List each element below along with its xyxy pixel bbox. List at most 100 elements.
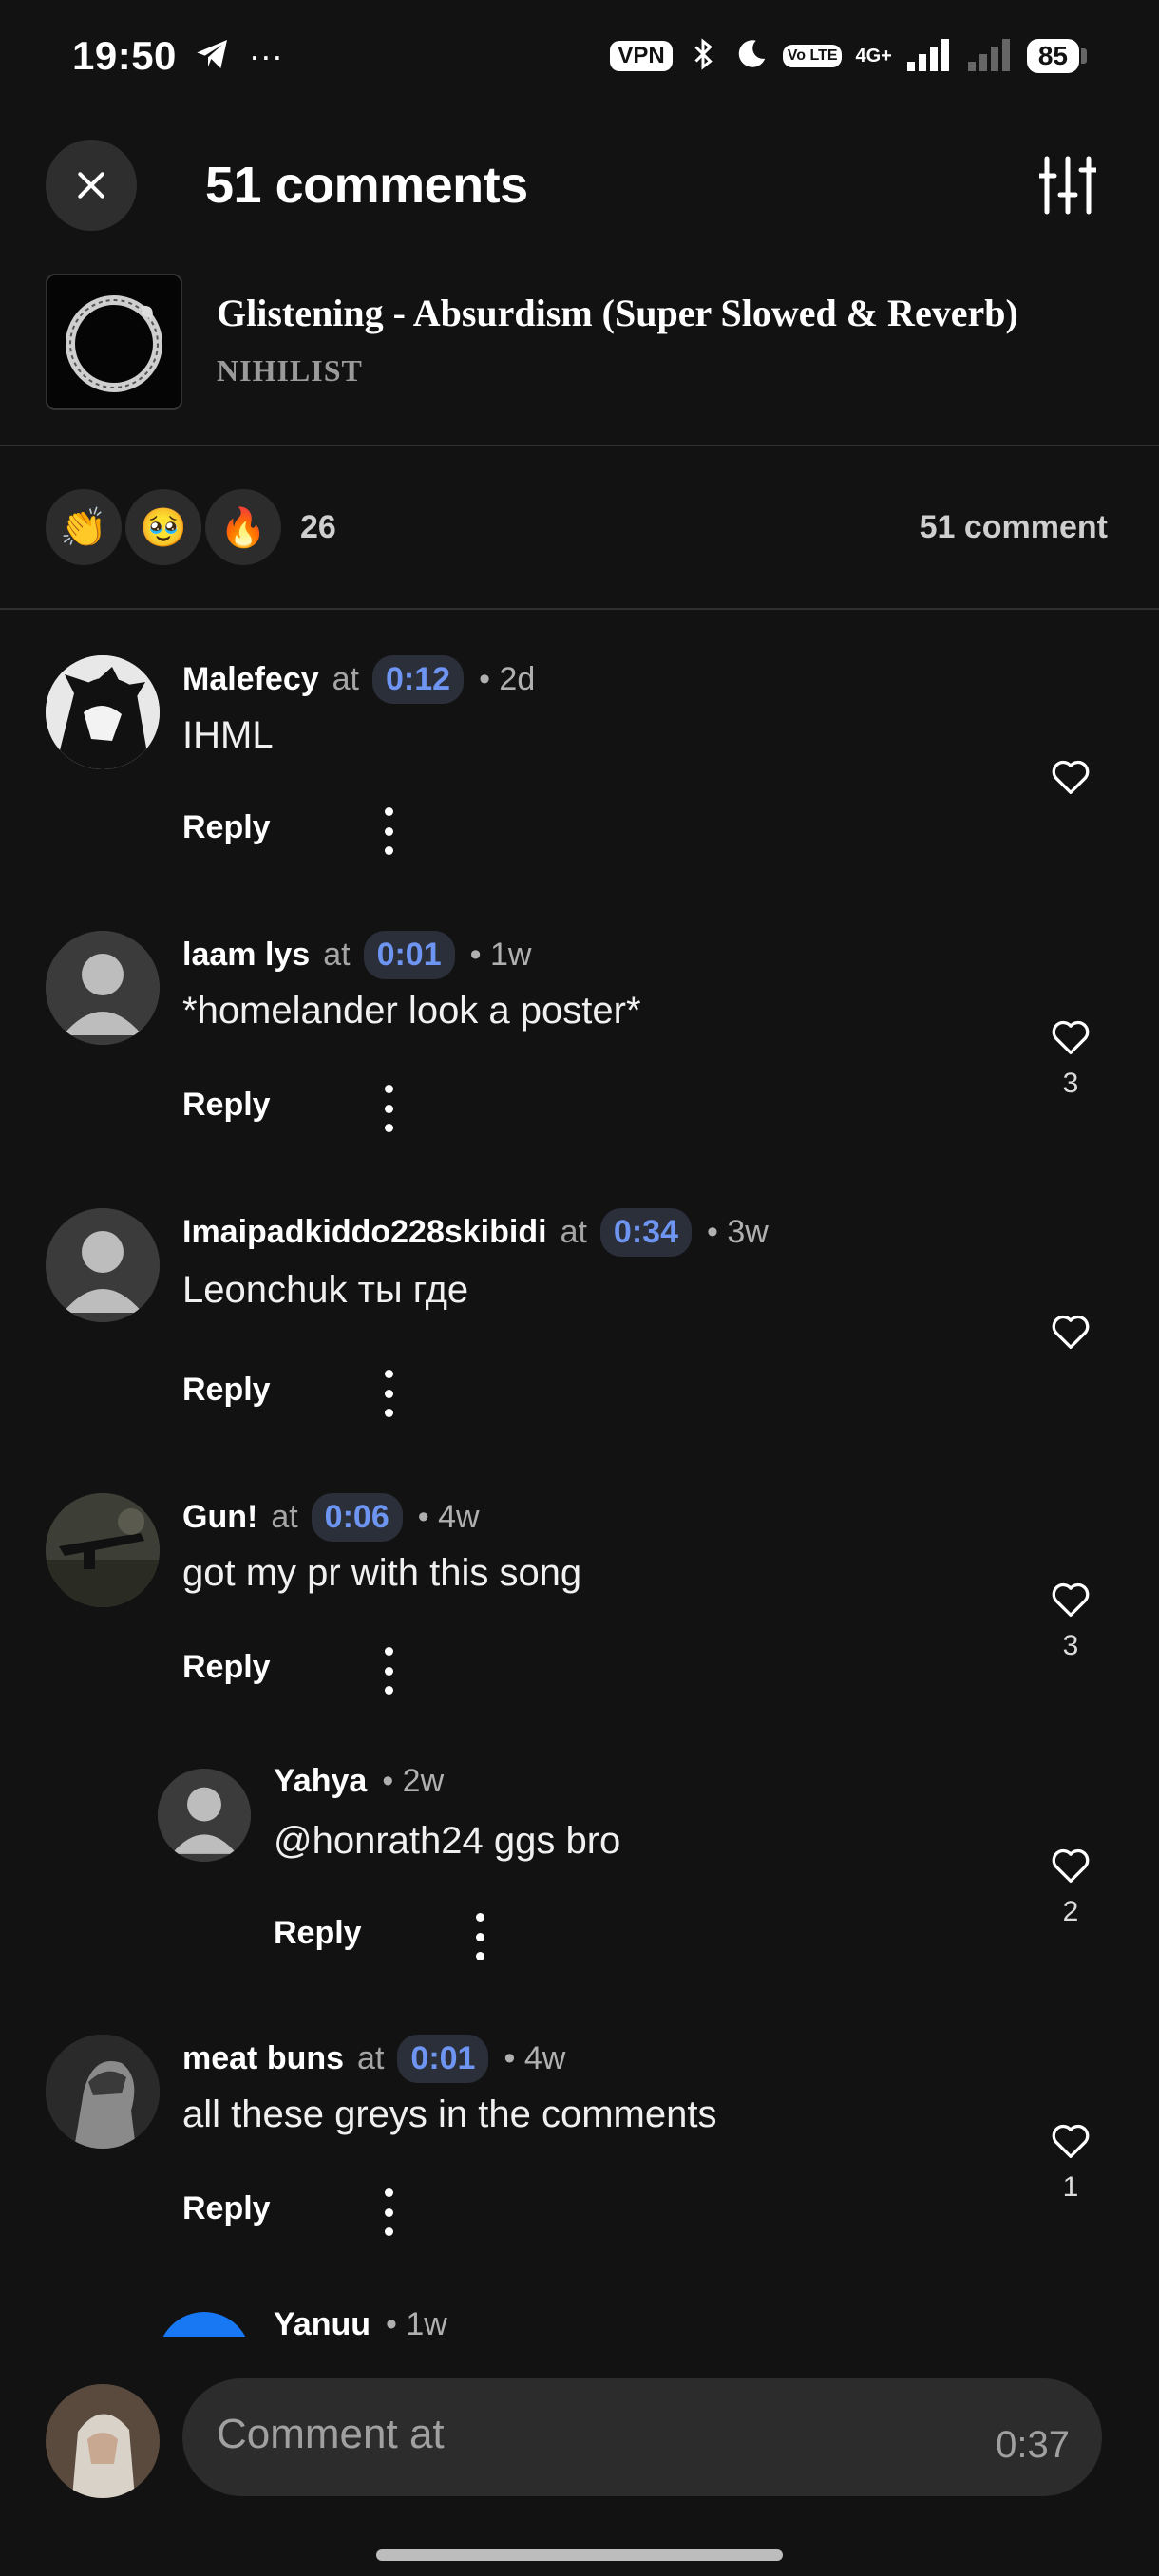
comment-timestamp: 0:37 bbox=[996, 2424, 1070, 2466]
divider bbox=[0, 608, 1159, 610]
teary-face-reaction-icon[interactable]: 🥹 bbox=[125, 489, 201, 565]
track-info[interactable]: Glistening - Absurdism (Super Slowed & R… bbox=[0, 272, 1159, 414]
comment-composer: Comment at 0:37 bbox=[0, 2337, 1159, 2576]
reply-button[interactable]: Reply bbox=[182, 809, 271, 846]
comment-age: • 4w bbox=[417, 1499, 480, 1535]
comment-age: • 2w bbox=[382, 1763, 445, 1799]
comment-input-placeholder: Comment at bbox=[217, 2411, 445, 2457]
signal-2-icon bbox=[966, 35, 1014, 78]
comment-item: meat buns at 0:01 • 4w all these greys i… bbox=[0, 2035, 1159, 2244]
timestamp-badge[interactable]: 0:06 bbox=[311, 1493, 403, 1542]
timestamp-badge[interactable]: 0:01 bbox=[397, 2035, 489, 2083]
vpn-badge: VPN bbox=[610, 41, 673, 71]
avatar[interactable] bbox=[46, 1208, 160, 1322]
comment-text: @honrath24 ggs bro bbox=[274, 1820, 621, 1862]
reply-button[interactable]: Reply bbox=[182, 1372, 271, 1409]
comments-header: 51 comments bbox=[0, 133, 1159, 237]
battery-icon: 85 bbox=[1026, 38, 1087, 74]
heart-icon bbox=[1052, 1582, 1090, 1617]
avatar[interactable] bbox=[158, 1769, 251, 1862]
username[interactable]: meat buns bbox=[182, 2040, 344, 2077]
comment-age: • 3w bbox=[706, 1214, 769, 1250]
comment-input[interactable]: Comment at 0:37 bbox=[182, 2378, 1102, 2496]
reply-button[interactable]: Reply bbox=[182, 1087, 271, 1124]
like-button[interactable]: 1 bbox=[1028, 2122, 1113, 2204]
comment-count: 51 comment bbox=[919, 508, 1108, 545]
at-label: at bbox=[357, 2040, 385, 2076]
more-notifications-icon: ··· bbox=[248, 36, 283, 75]
reply-item: Yahya • 2w @honrath24 ggs bro Reply 2 bbox=[0, 1763, 1159, 1972]
at-label: at bbox=[332, 661, 359, 697]
username[interactable]: Imaipadkiddo228skibidi bbox=[182, 1214, 547, 1251]
more-options-icon[interactable] bbox=[374, 1085, 403, 1132]
avatar[interactable] bbox=[46, 655, 160, 769]
reply-button[interactable]: Reply bbox=[182, 1649, 271, 1686]
like-button[interactable]: 3 bbox=[1028, 1018, 1113, 1100]
username[interactable]: Gun! bbox=[182, 1499, 257, 1536]
like-button[interactable]: 2 bbox=[1028, 1847, 1113, 1928]
like-button[interactable] bbox=[1028, 1313, 1113, 1362]
avatar[interactable] bbox=[46, 931, 160, 1045]
heart-icon bbox=[1052, 1020, 1090, 1054]
reply-button[interactable]: Reply bbox=[274, 1915, 362, 1952]
username[interactable]: Malefecy bbox=[182, 661, 319, 698]
like-count: 3 bbox=[1062, 1630, 1079, 1661]
more-options-icon[interactable] bbox=[374, 1647, 403, 1695]
home-indicator[interactable] bbox=[376, 2549, 783, 2561]
comment-meta: Malefecy at 0:12 • 2d bbox=[182, 655, 535, 704]
bluetooth-icon bbox=[686, 35, 720, 78]
comment-text: all these greys in the comments bbox=[182, 2093, 717, 2135]
comment-meta: Imaipadkiddo228skibidi at 0:34 • 3w bbox=[182, 1208, 769, 1257]
status-bar: 19:50 ··· VPN Vo LTE 4G+ 85 bbox=[0, 0, 1159, 112]
sliders-icon bbox=[1039, 156, 1096, 215]
close-icon bbox=[78, 172, 104, 199]
timestamp-badge[interactable]: 0:01 bbox=[363, 931, 455, 979]
username[interactable]: Yahya bbox=[274, 1763, 367, 1800]
more-options-icon[interactable] bbox=[374, 2188, 403, 2236]
heart-icon bbox=[1052, 1315, 1090, 1349]
comment-meta: laam lys at 0:01 • 1w bbox=[182, 931, 531, 979]
comment-text: *homelander look a poster* bbox=[182, 990, 641, 1032]
comment-item: Imaipadkiddo228skibidi at 0:34 • 3w Leon… bbox=[0, 1208, 1159, 1417]
comment-age: • 2d bbox=[479, 661, 536, 697]
reactions-bar: 👏 🥹 🔥 26 51 comment bbox=[0, 446, 1159, 608]
volte-badge: Vo LTE bbox=[782, 45, 843, 67]
avatar[interactable] bbox=[46, 2035, 160, 2149]
comment-item: laam lys at 0:01 • 1w *homelander look a… bbox=[0, 931, 1159, 1140]
like-count: 1 bbox=[1062, 2171, 1079, 2203]
more-options-icon[interactable] bbox=[374, 807, 403, 855]
timestamp-badge[interactable]: 0:34 bbox=[599, 1208, 692, 1257]
more-options-icon[interactable] bbox=[374, 1370, 403, 1417]
telegram-icon bbox=[194, 35, 232, 78]
my-avatar bbox=[46, 2384, 160, 2498]
network-type: 4G+ bbox=[855, 45, 892, 66]
default-avatar-icon bbox=[46, 931, 160, 1045]
clap-reaction-icon[interactable]: 👏 bbox=[46, 489, 122, 565]
comment-age: • 1w bbox=[469, 937, 532, 973]
comment-text: got my pr with this song bbox=[182, 1552, 582, 1594]
username[interactable]: laam lys bbox=[182, 937, 310, 974]
signal-icon bbox=[905, 35, 953, 78]
like-button[interactable] bbox=[1028, 758, 1113, 807]
comment-text: Leonchuk ты где bbox=[182, 1269, 469, 1311]
heart-icon bbox=[1052, 760, 1090, 794]
filter-button[interactable] bbox=[1034, 151, 1102, 219]
at-label: at bbox=[560, 1214, 587, 1250]
moon-icon bbox=[733, 36, 770, 77]
status-time: 19:50 bbox=[72, 33, 177, 78]
comment-meta: meat buns at 0:01 • 4w bbox=[182, 2035, 565, 2083]
comment-meta: Gun! at 0:06 • 4w bbox=[182, 1493, 480, 1542]
close-button[interactable] bbox=[46, 140, 137, 231]
like-button[interactable]: 3 bbox=[1028, 1581, 1113, 1662]
fire-reaction-icon[interactable]: 🔥 bbox=[205, 489, 281, 565]
heart-icon bbox=[1052, 2124, 1090, 2158]
ouroboros-icon bbox=[66, 295, 162, 392]
track-artist: NIHILIST bbox=[217, 353, 363, 388]
track-title: Glistening - Absurdism (Super Slowed & R… bbox=[217, 292, 1018, 334]
reply-button[interactable]: Reply bbox=[182, 2190, 271, 2227]
default-avatar-icon bbox=[46, 1208, 160, 1322]
comment-item: Malefecy at 0:12 • 2d IHML Reply bbox=[0, 655, 1159, 864]
timestamp-badge[interactable]: 0:12 bbox=[372, 655, 465, 704]
avatar[interactable] bbox=[46, 1493, 160, 1607]
more-options-icon[interactable] bbox=[466, 1913, 494, 1960]
